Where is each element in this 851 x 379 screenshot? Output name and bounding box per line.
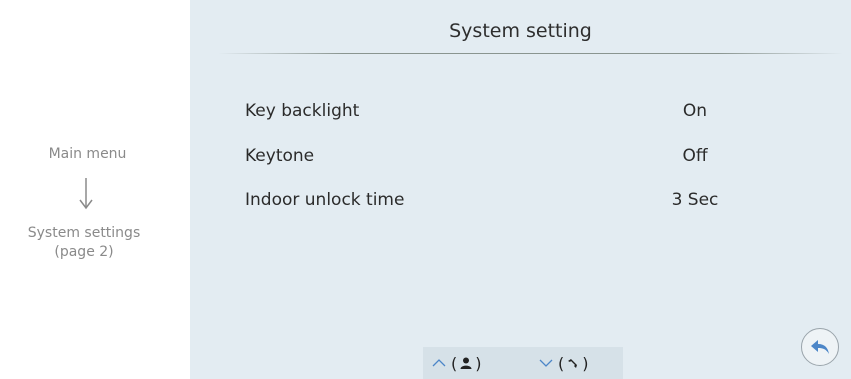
- setting-value[interactable]: On: [635, 101, 755, 121]
- setting-label: Keytone: [245, 146, 315, 166]
- screen-title: System setting: [449, 20, 592, 42]
- chevron-up-icon: [432, 359, 446, 367]
- bracket-close: ): [582, 353, 589, 373]
- current-page-line1: System settings: [27, 225, 141, 241]
- bracket-close: ): [475, 353, 482, 373]
- setting-value[interactable]: 3 Sec: [635, 190, 755, 210]
- scroll-up-button[interactable]: ( ): [431, 347, 482, 379]
- device-screen: System setting Key backlight On Keytone …: [190, 0, 851, 379]
- current-page-line2: (page 2): [54, 244, 114, 260]
- handset-icon: [568, 359, 578, 368]
- title-divider: [218, 53, 843, 54]
- back-button[interactable]: [801, 328, 839, 366]
- person-icon: [460, 357, 472, 369]
- main-menu-label: Main menu: [48, 146, 127, 162]
- navigation-bar: ( ) ( ): [423, 347, 623, 379]
- setting-value[interactable]: Off: [635, 146, 755, 166]
- setting-label: Indoor unlock time: [245, 190, 405, 210]
- down-arrow-icon: [79, 178, 93, 210]
- scroll-down-button[interactable]: ( ): [538, 347, 589, 379]
- back-arrow-icon: [811, 340, 829, 354]
- bracket-open: (: [558, 353, 565, 373]
- current-page-label: System settings (page 2): [0, 224, 168, 262]
- setting-label: Key backlight: [245, 101, 360, 121]
- bracket-open: (: [451, 353, 458, 373]
- setting-row-key-backlight[interactable]: Key backlight On: [190, 97, 851, 127]
- setting-row-keytone[interactable]: Keytone Off: [190, 142, 851, 172]
- setting-row-indoor-unlock-time[interactable]: Indoor unlock time 3 Sec: [190, 186, 851, 216]
- navigation-path: Main menu System settings (page 2): [0, 0, 190, 379]
- chevron-down-icon: [539, 359, 553, 367]
